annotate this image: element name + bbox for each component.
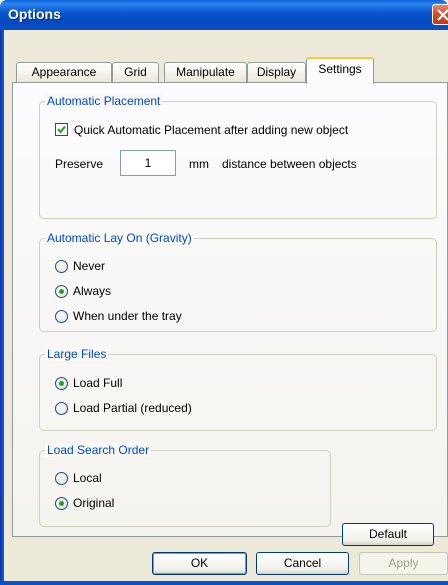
window-frame-left (0, 30, 4, 585)
ok-button[interactable]: OK (152, 552, 247, 575)
search-local-label: Local (73, 471, 102, 485)
automatic-placement-title: Automatic Placement (45, 94, 163, 108)
search-local-radio[interactable] (55, 472, 68, 485)
gravity-under-tray-label: When under the tray (73, 309, 182, 323)
gravity-always-radio[interactable] (55, 285, 68, 298)
gravity-never-radio[interactable] (55, 260, 68, 273)
settings-tab-page: Automatic Placement Quick Automatic Plac… (12, 82, 448, 546)
default-button[interactable]: Default (342, 523, 434, 546)
gravity-group: Automatic Lay On (Gravity) Never Always … (39, 231, 437, 332)
gravity-always-label: Always (73, 284, 112, 298)
preserve-label: Preserve (55, 157, 104, 171)
distance-label: distance between objects (222, 157, 357, 171)
gravity-title: Automatic Lay On (Gravity) (45, 231, 194, 245)
automatic-placement-group: Automatic Placement Quick Automatic Plac… (39, 94, 437, 219)
unit-label: mm (189, 157, 209, 171)
search-original-label: Original (73, 496, 115, 510)
search-order-title: Load Search Order (45, 443, 152, 457)
title-bar: Options (0, 0, 448, 30)
load-partial-label: Load Partial (reduced) (73, 401, 192, 415)
close-button[interactable] (432, 4, 448, 25)
search-original-radio[interactable] (55, 497, 68, 510)
preserve-distance-input[interactable]: 1 (120, 150, 176, 176)
large-files-title: Large Files (45, 347, 109, 361)
tab-manipulate[interactable]: Manipulate (164, 62, 247, 82)
gravity-never-label: Never (73, 259, 106, 273)
window-title: Options (8, 6, 61, 22)
checkmark-icon (57, 125, 66, 134)
search-order-group: Load Search Order Local Original (39, 443, 331, 527)
quick-placement-checkbox[interactable] (55, 123, 68, 136)
close-icon (437, 9, 448, 21)
cancel-button[interactable]: Cancel (256, 552, 349, 575)
large-files-group: Large Files Load Full Load Partial (redu… (39, 347, 437, 431)
load-full-label: Load Full (73, 376, 123, 390)
tab-settings[interactable]: Settings (306, 57, 374, 84)
load-partial-radio[interactable] (55, 402, 68, 415)
apply-button[interactable]: Apply (359, 552, 448, 575)
gravity-under-tray-radio[interactable] (55, 310, 68, 323)
tab-display[interactable]: Display (247, 62, 306, 82)
tab-appearance[interactable]: Appearance (16, 62, 112, 82)
tab-grid[interactable]: Grid (112, 62, 159, 82)
quick-placement-label: Quick Automatic Placement after adding n… (74, 123, 349, 137)
load-full-radio[interactable] (55, 377, 68, 390)
window-frame-bottom (0, 581, 448, 585)
